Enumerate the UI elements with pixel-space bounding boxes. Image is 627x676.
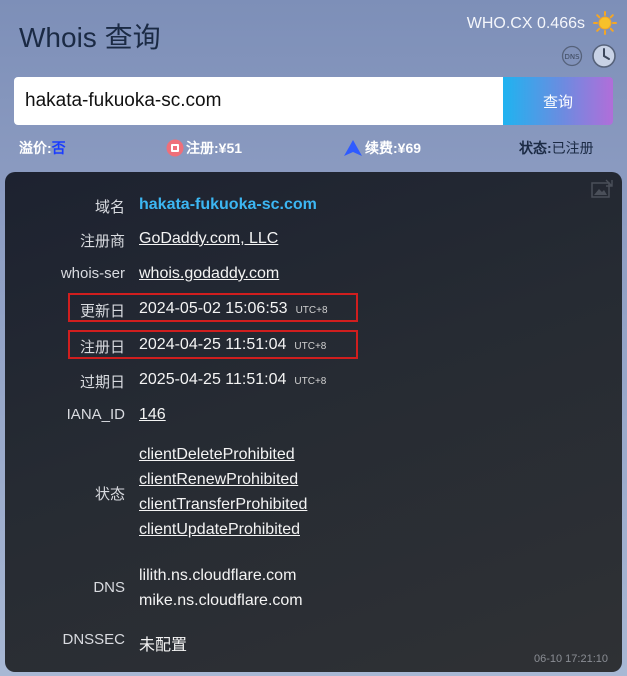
updated-label: 更新日: [79, 303, 125, 320]
register-value: ¥51: [218, 140, 243, 156]
dns-icon[interactable]: DNS: [561, 45, 583, 67]
query-timestamp: 06-10 17:21:10: [533, 653, 608, 665]
premium-info: 溢价: 否: [19, 138, 66, 158]
nameserver-list: lilith.ns.cloudflare.com mike.ns.cloudfl…: [139, 563, 303, 613]
expires-value: 2025-04-25 11:51:04: [139, 371, 287, 388]
status-code-link[interactable]: clientTransferProhibited: [139, 496, 307, 513]
status-label: 状态: [94, 486, 125, 503]
premium-value: 否: [51, 140, 66, 156]
expires-label: 过期日: [79, 374, 125, 391]
status-code-link[interactable]: clientDeleteProhibited: [139, 446, 295, 463]
dnssec-label: DNSSEC: [62, 631, 125, 648]
triangle-logo-icon: [344, 140, 362, 156]
dnssec-value: 未配置: [139, 637, 188, 654]
registration-status: 状态: 已注册: [519, 138, 594, 158]
domain-label: 域名: [94, 199, 125, 216]
domain-link[interactable]: hakata-fukuoka-sc.com: [139, 196, 317, 213]
whois-panel: 域名 hakata-fukuoka-sc.com 注册商 GoDaddy.com…: [5, 172, 622, 672]
search-input[interactable]: [14, 77, 503, 125]
renew-value: ¥69: [397, 140, 422, 156]
search-button[interactable]: 查询: [503, 77, 613, 125]
iana-link[interactable]: 146: [139, 406, 166, 423]
clock-icon[interactable]: [591, 43, 617, 69]
nameserver: lilith.ns.cloudflare.com: [139, 567, 297, 584]
domain-summary: 溢价: 否 注册: ¥51 续费: ¥69 状态: 已注册: [0, 138, 627, 158]
register-label: 注册:: [186, 140, 219, 156]
renew-price[interactable]: 续费: ¥69: [343, 138, 421, 158]
query-speed: WHO.CX 0.466s: [466, 15, 585, 32]
dns-label: DNS: [93, 579, 125, 596]
status-value: 已注册: [551, 140, 594, 156]
search-bar: 查询: [14, 77, 613, 125]
registrar-label: 注册商: [79, 233, 125, 250]
image-icon[interactable]: [591, 179, 613, 199]
register-price[interactable]: 注册: ¥51: [166, 138, 242, 158]
premium-label: 溢价:: [19, 140, 52, 156]
svg-text:DNS: DNS: [564, 53, 580, 61]
nameserver: mike.ns.cloudflare.com: [139, 592, 303, 609]
timezone-label: UTC+8: [295, 305, 328, 316]
created-value: 2024-04-25 11:51:04: [139, 336, 287, 353]
status-code-link[interactable]: clientUpdateProhibited: [139, 521, 300, 538]
status-list: clientDeleteProhibited clientRenewProhib…: [139, 442, 307, 542]
whois-server-label: whois-ser: [60, 265, 125, 282]
timezone-label: UTC+8: [294, 341, 327, 352]
page-title: Whois 查询: [19, 22, 161, 53]
status-code-link[interactable]: clientRenewProhibited: [139, 471, 298, 488]
timezone-label: UTC+8: [294, 376, 327, 387]
sun-icon[interactable]: [593, 11, 617, 35]
whois-server-link[interactable]: whois.godaddy.com: [139, 265, 279, 282]
created-label: 注册日: [79, 339, 125, 356]
renew-label: 续费:: [365, 140, 398, 156]
status-label: 状态:: [519, 140, 552, 156]
updated-value: 2024-05-02 15:06:53: [139, 300, 288, 317]
iana-label: IANA_ID: [66, 406, 125, 423]
registrar-link[interactable]: GoDaddy.com, LLC: [139, 230, 278, 247]
registrar-logo-icon: [166, 139, 184, 157]
